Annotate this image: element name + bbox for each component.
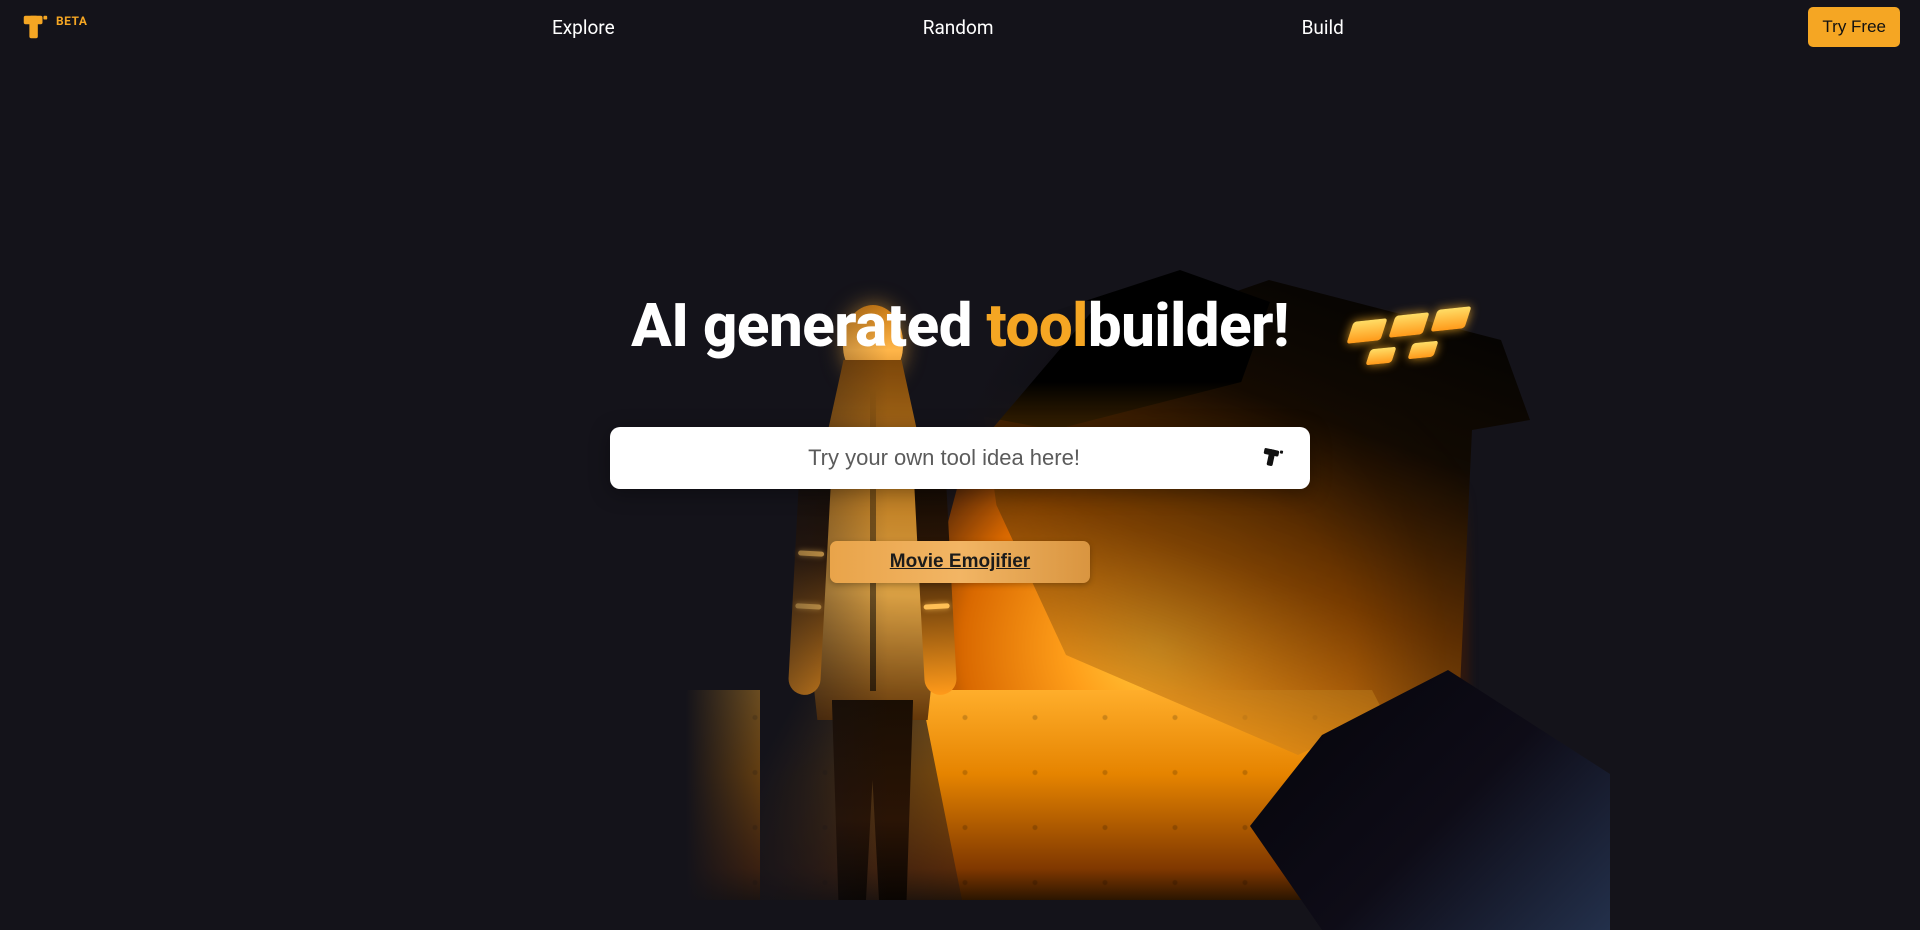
nav-build[interactable]: Build (1302, 16, 1344, 39)
tool-idea-input[interactable] (634, 445, 1254, 471)
logo-icon (20, 12, 50, 42)
nav-explore[interactable]: Explore (552, 16, 615, 39)
hero-section: AI generated toolbuilder! Movie Emojifie… (0, 54, 1920, 583)
main-nav: Explore Random Build (398, 16, 1498, 39)
headline-prefix: AI generated (631, 290, 986, 361)
beta-badge: BETA (56, 12, 87, 28)
submit-button[interactable] (1254, 439, 1290, 478)
site-header: BETA Explore Random Build Try Free (0, 0, 1920, 54)
try-free-button[interactable]: Try Free (1808, 7, 1900, 47)
submit-icon (1260, 445, 1284, 472)
nav-random[interactable]: Random (923, 16, 994, 39)
headline-accent: tool (986, 290, 1087, 361)
hero-headline: AI generated toolbuilder! (631, 290, 1289, 361)
prompt-bar (610, 427, 1310, 489)
suggestion-chip[interactable]: Movie Emojifier (830, 541, 1090, 583)
logo[interactable]: BETA (20, 12, 87, 42)
headline-suffix: builder! (1088, 290, 1289, 361)
